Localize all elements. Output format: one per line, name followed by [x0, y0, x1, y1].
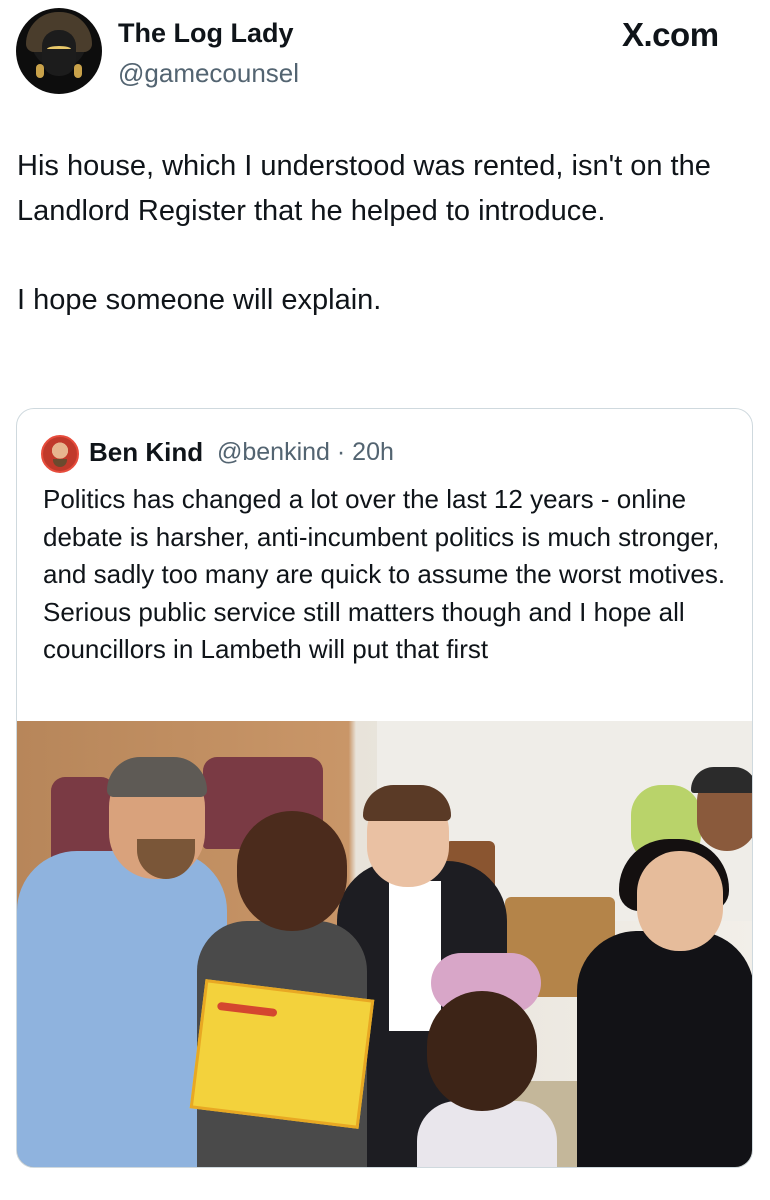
quoted-author-name[interactable]: Ben Kind: [89, 437, 203, 468]
photo-man-hair: [107, 757, 207, 797]
avatar-earring-left: [36, 64, 44, 78]
quoted-tweet-card[interactable]: Ben Kind @benkind · 20h Politics has cha…: [16, 408, 753, 1168]
x-logo: X.com: [622, 16, 719, 53]
quoted-author-avatar[interactable]: [41, 435, 79, 473]
photo-woman-hair: [363, 785, 451, 821]
avatar-face: [42, 30, 76, 76]
photo-chair: [51, 777, 115, 861]
quoted-tweet-photo[interactable]: [17, 721, 752, 1167]
quoted-tweet-text: Politics has changed a lot over the last…: [43, 484, 726, 664]
author-avatar[interactable]: [16, 8, 102, 94]
author-handle[interactable]: @gamecounsel: [118, 58, 299, 89]
avatar-eyes: [47, 46, 71, 52]
photo-woman-shirt: [389, 881, 441, 1031]
photo-girl2-body: [417, 1101, 557, 1167]
author-display-name[interactable]: The Log Lady: [118, 18, 294, 49]
tweet-header: The Log Lady @gamecounsel X.com: [0, 0, 770, 110]
photo-girl2-head: [427, 991, 537, 1111]
tweet-paragraph: His house, which I understood was rented…: [17, 150, 711, 227]
photo-book: [189, 979, 375, 1129]
photo-woman3-body: [577, 931, 752, 1167]
tweet-paragraph: I hope someone will explain.: [17, 284, 382, 316]
tweet-body: His house, which I understood was rented…: [17, 144, 747, 323]
photo-man-shirt: [17, 851, 227, 1167]
avatar-earring-right: [74, 64, 82, 78]
photo-girl-head: [237, 811, 347, 931]
photo-woman3-head: [637, 851, 723, 951]
quoted-author-handle[interactable]: @benkind · 20h: [217, 438, 394, 467]
photo-man2-cap: [691, 767, 752, 793]
